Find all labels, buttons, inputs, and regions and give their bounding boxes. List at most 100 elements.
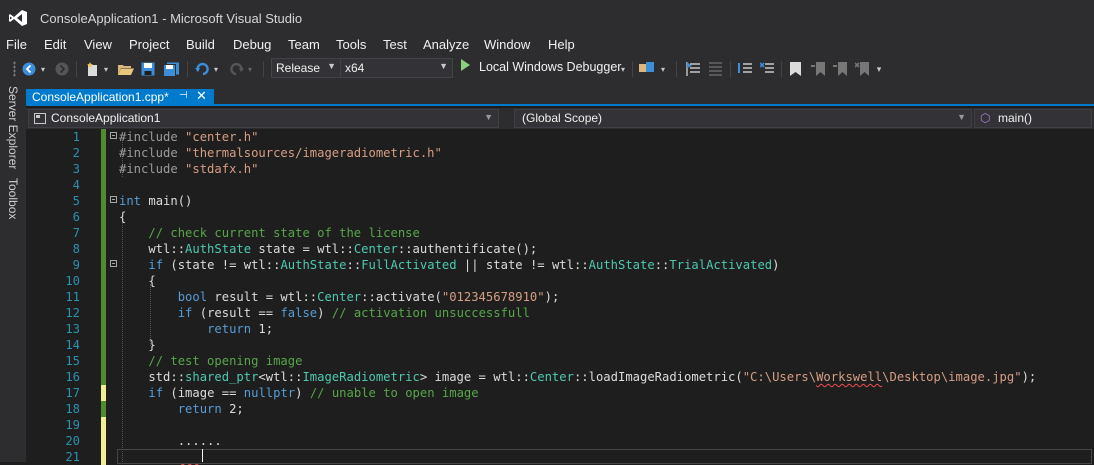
undo-dropdown-icon[interactable]: ▾ (212, 60, 220, 78)
change-marker-saved (101, 337, 106, 353)
code-text: #include "thermalsources/imageradiometri… (119, 146, 442, 160)
code-line: 4 (26, 177, 1094, 193)
change-marker-saved (101, 225, 106, 241)
line-number: 19 (65, 418, 80, 432)
code-text: bool result = wtl::Center::activate("012… (177, 290, 560, 304)
pin-icon[interactable]: ⊣ (179, 90, 188, 101)
menu-test[interactable]: Test (383, 36, 407, 53)
line-number: 15 (65, 354, 80, 368)
code-editor[interactable]: 1 #include "center.h" 2 #include "therma… (26, 129, 1094, 465)
toolbox-tab[interactable]: Toolbox (6, 178, 20, 219)
code-line: 11 bool result = wtl::Center::activate("… (26, 289, 1094, 305)
toolbar-separator (263, 61, 264, 77)
save-icon[interactable] (140, 60, 156, 78)
code-text: #include "stdafx.h" (119, 162, 259, 176)
change-marker-saved (101, 305, 106, 321)
change-marker-saved (101, 321, 106, 337)
line-number: 20 (65, 434, 80, 448)
uncomment-lines-icon[interactable] (759, 60, 775, 78)
menu-help[interactable]: Help (548, 36, 575, 53)
code-line: 19 (26, 417, 1094, 433)
server-explorer-tab[interactable]: Server Explorer (6, 86, 20, 169)
toolbar-separator (676, 61, 677, 77)
navigate-back-icon[interactable] (21, 60, 37, 78)
collapse-region-icon[interactable] (110, 260, 117, 267)
change-marker-saved (101, 129, 106, 145)
undo-icon[interactable] (194, 60, 210, 78)
solution-platform-select[interactable]: x64 ▼ (340, 58, 453, 78)
change-marker-saved (101, 369, 106, 385)
code-line: 9 if (state != wtl::AuthState::FullActiv… (26, 257, 1094, 273)
menu-view[interactable]: View (84, 36, 112, 53)
code-line: 18 return 2; (26, 401, 1094, 417)
clear-bookmarks-icon[interactable] (854, 60, 870, 78)
change-marker-saved (101, 273, 106, 289)
change-marker-saved (101, 353, 106, 369)
scope-select[interactable]: (Global Scope) ▼ (514, 109, 972, 128)
title-bar: ConsoleApplication1 - Microsoft Visual S… (0, 0, 1094, 35)
navigate-to-icon[interactable] (685, 60, 701, 78)
toolbar-overflow-icon[interactable]: ▾ (874, 60, 884, 78)
outline-collapse-icon[interactable] (707, 60, 723, 78)
code-line: 6 { (26, 209, 1094, 225)
line-number: 10 (65, 274, 80, 288)
menu-window[interactable]: Window (484, 36, 530, 53)
line-number: 17 (65, 386, 80, 400)
menu-project[interactable]: Project (129, 36, 169, 53)
close-icon[interactable]: ✕ (196, 88, 207, 104)
member-select[interactable]: ⬡ main() (974, 109, 1092, 128)
tab-consoleapplication1-cpp[interactable]: ConsoleApplication1.cpp* ⊣ ✕ (26, 88, 214, 106)
find-in-files-icon[interactable] (639, 60, 655, 78)
menu-file[interactable]: File (6, 36, 27, 53)
window-title: ConsoleApplication1 - Microsoft Visual S… (40, 11, 303, 26)
menu-build[interactable]: Build (186, 36, 215, 53)
redo-icon[interactable] (228, 60, 244, 78)
project-select[interactable]: ConsoleApplication1 ▼ (28, 109, 499, 128)
menu-tools[interactable]: Tools (336, 36, 366, 53)
change-marker-unsaved (101, 449, 106, 465)
toolbar-grip[interactable] (13, 61, 16, 77)
solution-configuration-select[interactable]: Release ▼ (271, 58, 341, 78)
change-marker-unsaved (101, 417, 106, 433)
chevron-down-icon: ▼ (484, 112, 493, 122)
code-line: 13 return 1; (26, 321, 1094, 337)
collapse-region-icon[interactable] (110, 196, 117, 203)
line-number: 3 (72, 162, 80, 176)
navigate-forward-icon[interactable] (54, 60, 70, 78)
previous-bookmark-icon[interactable] (810, 60, 826, 78)
save-all-icon[interactable] (162, 60, 180, 78)
redo-dropdown-icon[interactable]: ▾ (246, 60, 254, 78)
code-text: int main() (119, 194, 193, 208)
new-project-icon[interactable] (85, 60, 101, 78)
navigate-back-dropdown-icon[interactable]: ▾ (39, 60, 47, 78)
line-number: 13 (65, 322, 80, 336)
line-number: 11 (65, 290, 80, 304)
change-marker-saved (101, 161, 106, 177)
start-debugging-icon[interactable] (461, 59, 470, 71)
line-number: 5 (72, 194, 80, 208)
find-dropdown-icon[interactable]: ▾ (659, 60, 667, 78)
code-text: } (119, 338, 156, 352)
menu-edit[interactable]: Edit (44, 36, 66, 53)
collapse-region-icon[interactable] (110, 132, 117, 139)
tool-window-sidebar: Server Explorer Toolbox (0, 82, 26, 462)
code-text: wtl::AuthState state = wtl::Center::auth… (119, 242, 538, 256)
menu-team[interactable]: Team (288, 36, 320, 53)
change-marker-saved (101, 145, 106, 161)
tab-label: ConsoleApplication1.cpp* (32, 90, 169, 104)
code-line: 7 // check current state of the license (26, 225, 1094, 241)
next-bookmark-icon[interactable] (832, 60, 848, 78)
code-text: { (119, 274, 156, 288)
document-tab-strip: ConsoleApplication1.cpp* ⊣ ✕ (26, 82, 1094, 106)
start-debugging-button[interactable]: Local Windows Debugger (479, 60, 621, 74)
new-project-dropdown-icon[interactable]: ▾ (102, 60, 110, 78)
open-folder-icon[interactable] (118, 60, 134, 78)
line-number: 12 (65, 306, 80, 320)
bookmark-icon[interactable] (788, 60, 802, 78)
menu-analyze[interactable]: Analyze (423, 36, 469, 53)
menu-debug[interactable]: Debug (233, 36, 271, 53)
toolbar-separator (187, 61, 188, 77)
toolbar-separator (730, 61, 731, 77)
toolbar-separator (632, 61, 633, 77)
comment-lines-icon[interactable] (737, 60, 753, 78)
